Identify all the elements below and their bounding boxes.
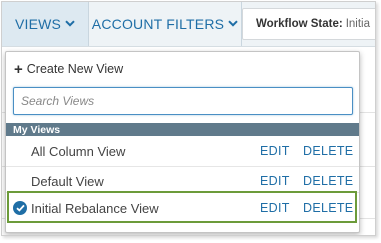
view-item-all-column-view[interactable]: All Column View EDIT DELETE [6, 136, 359, 166]
my-views-section-header: My Views [6, 123, 359, 136]
create-new-view-label: Create New View [26, 62, 124, 76]
edit-view-button[interactable]: EDIT [260, 136, 290, 166]
workflow-state-filter[interactable]: Workflow State: Initia [242, 8, 375, 40]
app-window: VIEWS ACCOUNT FILTERS Workflow State: In… [1, 1, 376, 236]
edit-view-button[interactable]: EDIT [260, 193, 290, 223]
view-name: Initial Rebalance View [31, 200, 159, 216]
views-dropdown-menu: + Create New View My Views All Column Vi… [5, 51, 360, 233]
account-filters-label: ACCOUNT FILTERS [91, 16, 225, 32]
view-item-initial-rebalance-view[interactable]: Initial Rebalance View EDIT DELETE [6, 193, 359, 223]
views-menu-button[interactable]: VIEWS [2, 2, 89, 46]
check-circle-icon [13, 201, 27, 215]
chevron-down-icon [65, 19, 75, 30]
view-name: All Column View [31, 143, 126, 159]
plus-icon: + [14, 60, 23, 78]
create-new-view-button[interactable]: + Create New View [14, 60, 123, 78]
delete-view-button[interactable]: DELETE [303, 136, 353, 166]
views-label: VIEWS [14, 16, 62, 32]
account-filters-button[interactable]: ACCOUNT FILTERS [89, 2, 242, 46]
chevron-down-icon [228, 19, 238, 30]
delete-view-button[interactable]: DELETE [303, 193, 353, 223]
search-views-input[interactable] [13, 87, 353, 115]
toolbar: VIEWS ACCOUNT FILTERS Workflow State: In… [2, 2, 375, 47]
workflow-state-value: Initia [345, 18, 370, 30]
workflow-state-label: Workflow State: [256, 18, 343, 30]
section-title: My Views [13, 123, 61, 136]
